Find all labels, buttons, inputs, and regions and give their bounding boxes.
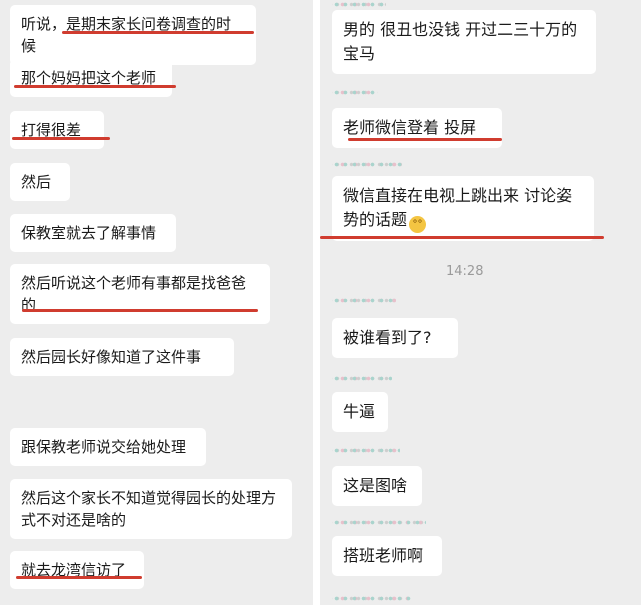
message-text: 然后 — [21, 173, 52, 191]
right-chat-panel: 男的 很丑也没钱 开过二三十万的宝马 老师微信登着 投屏 微信直接在电视上跳出来… — [320, 0, 641, 605]
message-text: 听说，是期末家长问卷调查的时候 — [21, 15, 232, 55]
highlight-underline — [14, 85, 176, 88]
message-bubble[interactable]: 跟保教老师说交给她处理 — [10, 428, 206, 466]
message-text: 微信直接在电视上跳出来 讨论姿势的话题 — [343, 186, 573, 229]
sender-name-blurred — [332, 88, 378, 97]
left-chat-panel: 听说，是期末家长问卷调查的时候 那个妈妈把这个老师 打得很差 然后 保教室就去了… — [0, 0, 313, 605]
message-text: 牛逼 — [343, 402, 376, 421]
message-text: 保教室就去了解事情 — [21, 224, 157, 242]
message-text: 然后园长好像知道了这件事 — [21, 348, 202, 366]
sender-name-blurred — [332, 446, 400, 455]
sender-name-blurred — [332, 296, 396, 305]
message-bubble[interactable]: 牛逼 — [332, 392, 388, 432]
message-text: 搭班老师啊 — [343, 546, 424, 565]
sender-name-blurred — [332, 160, 402, 169]
message-bubble[interactable]: 老师微信登着 投屏 — [332, 108, 502, 148]
message-bubble[interactable]: 听说，是期末家长问卷调查的时候 — [10, 5, 256, 65]
highlight-underline — [22, 309, 258, 312]
message-bubble[interactable]: 然后 — [10, 163, 70, 201]
message-bubble[interactable]: 然后听说这个老师有事都是找爸爸的 — [10, 264, 270, 324]
message-text: 老师微信登着 投屏 — [343, 118, 477, 137]
message-text: 跟保教老师说交给她处理 — [21, 438, 187, 456]
sender-name-blurred — [332, 0, 386, 9]
message-bubble[interactable]: 搭班老师啊 — [332, 536, 442, 576]
message-bubble[interactable]: 这是图啥 — [332, 466, 422, 506]
message-bubble[interactable]: 然后园长好像知道了这件事 — [10, 338, 234, 376]
sender-name-blurred — [332, 374, 392, 383]
message-text: 然后这个家长不知道觉得园长的处理方式不对还是啥的 — [21, 489, 277, 529]
message-text: 然后听说这个老师有事都是找爸爸的 — [21, 274, 247, 314]
message-bubble[interactable]: 然后这个家长不知道觉得园长的处理方式不对还是啥的 — [10, 479, 292, 539]
highlight-underline — [16, 576, 142, 579]
sender-name-blurred — [332, 518, 426, 527]
message-bubble[interactable]: 就去龙湾信访了 — [10, 551, 144, 589]
highlight-underline — [62, 31, 254, 34]
message-bubble[interactable]: 被谁看到了? — [332, 318, 458, 358]
message-bubble[interactable]: 男的 很丑也没钱 开过二三十万的宝马 — [332, 10, 596, 74]
message-bubble[interactable]: 打得很差 — [10, 111, 104, 149]
message-bubble[interactable]: 那个妈妈把这个老师 — [10, 59, 172, 97]
message-text: 男的 很丑也没钱 开过二三十万的宝马 — [343, 20, 578, 63]
flushed-face-icon: °° — [409, 216, 427, 233]
highlight-underline — [12, 137, 110, 140]
highlight-underline — [320, 236, 604, 239]
message-text: 这是图啥 — [343, 476, 408, 495]
message-bubble[interactable]: 微信直接在电视上跳出来 讨论姿势的话题 °° — [332, 176, 594, 241]
sender-name-blurred — [332, 594, 412, 603]
highlight-underline — [348, 138, 502, 141]
message-timestamp: 14:28 — [446, 264, 484, 279]
message-text: 被谁看到了? — [343, 328, 432, 347]
message-bubble[interactable]: 保教室就去了解事情 — [10, 214, 176, 252]
